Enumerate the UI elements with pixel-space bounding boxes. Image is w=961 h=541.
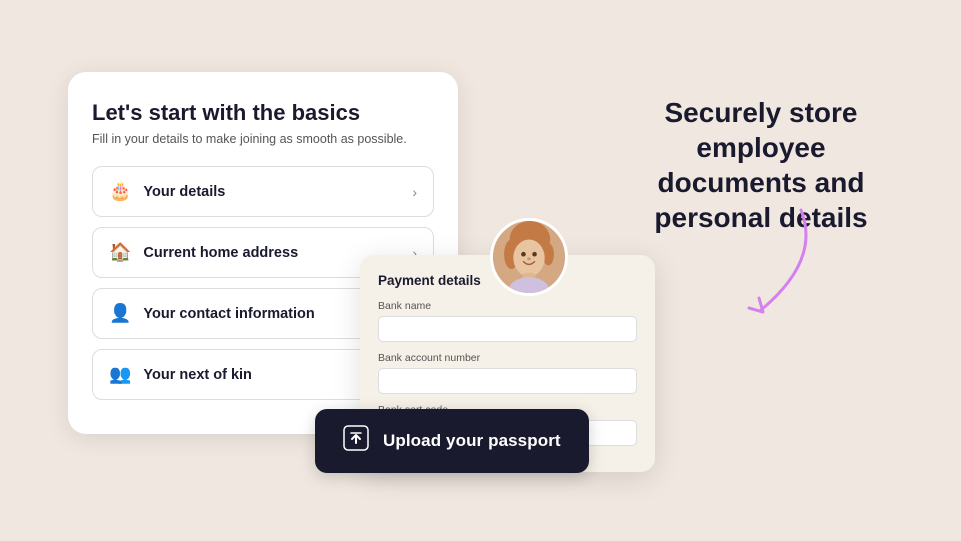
bank-name-label: Bank name	[378, 300, 637, 312]
upload-passport-button[interactable]: Upload your passport	[315, 409, 589, 473]
form-item-label-home-address: Current home address	[143, 245, 298, 261]
chevron-icon-0: ›	[412, 184, 417, 200]
form-item-your-details[interactable]: 🎂 Your details ›	[92, 166, 434, 217]
form-card-subtitle: Fill in your details to make joining as …	[92, 132, 434, 146]
bank-name-input[interactable]	[378, 316, 637, 342]
birthday-icon: 🎂	[109, 181, 131, 202]
bank-account-input[interactable]	[378, 368, 637, 394]
contact-icon: 👤	[109, 303, 131, 324]
bank-account-label: Bank account number	[378, 352, 637, 364]
form-item-label-your-details: Your details	[143, 184, 225, 200]
form-item-label-contact-info: Your contact information	[143, 306, 314, 322]
upload-btn-label: Upload your passport	[383, 431, 561, 451]
avatar	[490, 218, 568, 296]
kin-icon: 👥	[109, 364, 131, 385]
form-item-label-next-of-kin: Your next of kin	[143, 367, 252, 383]
form-card-title: Let's start with the basics	[92, 100, 434, 126]
decorative-arrow	[641, 200, 841, 330]
home-icon: 🏠	[109, 242, 131, 263]
upload-icon	[343, 425, 369, 457]
